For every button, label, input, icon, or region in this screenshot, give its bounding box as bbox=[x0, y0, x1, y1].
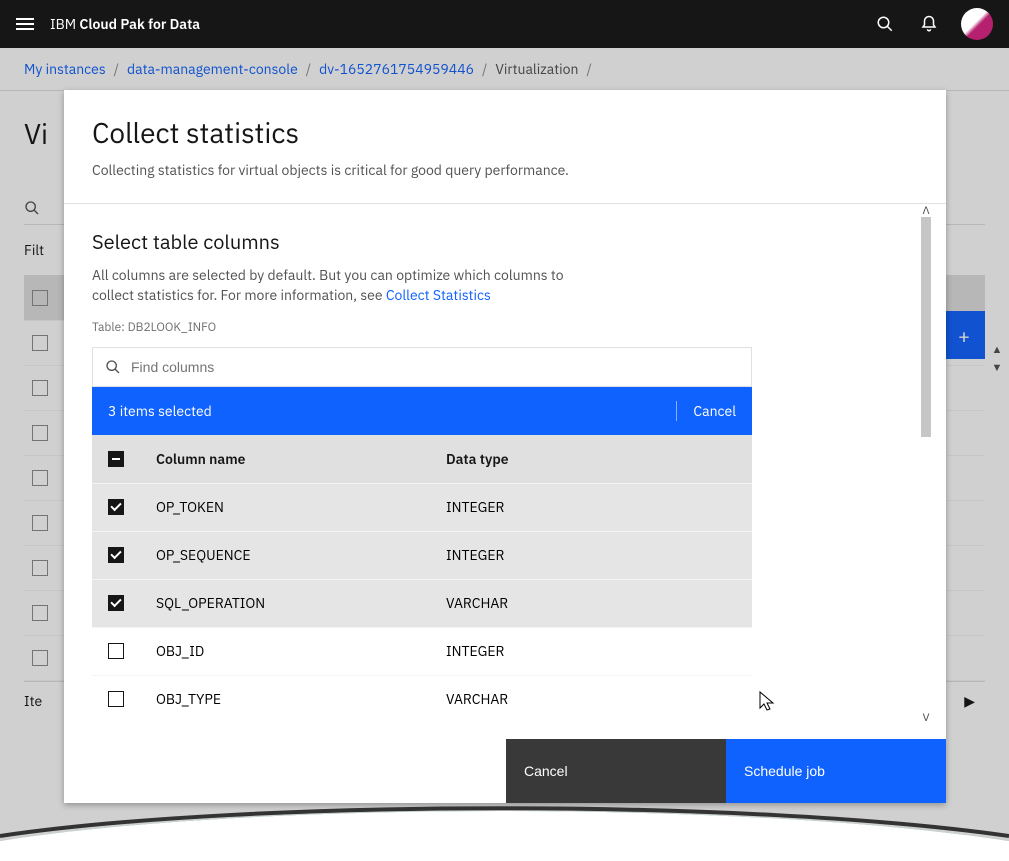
table-row[interactable]: SQL_OPERATIONVARCHAR bbox=[92, 579, 752, 627]
column-type: VARCHAR bbox=[446, 594, 736, 612]
columns-table: Column name Data type OP_TOKENINTEGEROP_… bbox=[92, 435, 752, 723]
top-header: IBM Cloud Pak for Data bbox=[0, 0, 1009, 48]
notification-icon[interactable] bbox=[917, 12, 941, 36]
column-type: VARCHAR bbox=[446, 690, 736, 708]
row-checkbox[interactable] bbox=[108, 499, 124, 515]
find-columns-input[interactable] bbox=[131, 359, 739, 375]
selection-count: 3 items selected bbox=[108, 402, 212, 420]
search-icon[interactable] bbox=[873, 12, 897, 36]
search-icon bbox=[105, 359, 121, 375]
column-type: INTEGER bbox=[446, 546, 736, 564]
row-checkbox[interactable] bbox=[108, 595, 124, 611]
collect-statistics-link[interactable]: Collect Statistics bbox=[386, 286, 491, 304]
modal-subtitle: Collecting statistics for virtual object… bbox=[92, 161, 918, 179]
menu-icon[interactable] bbox=[16, 18, 34, 30]
row-checkbox[interactable] bbox=[108, 547, 124, 563]
column-type: INTEGER bbox=[446, 642, 736, 660]
find-columns-search[interactable] bbox=[92, 347, 752, 387]
collect-statistics-modal: Collect statistics Collecting statistics… bbox=[64, 90, 946, 803]
cancel-button[interactable]: Cancel bbox=[506, 739, 726, 803]
section-description: All columns are selected by default. But… bbox=[92, 265, 572, 306]
scroll-up-icon[interactable]: ᐱ bbox=[923, 204, 930, 217]
modal-footer: Cancel Schedule job bbox=[64, 739, 946, 803]
column-name: OP_TOKEN bbox=[156, 498, 446, 516]
selection-bar: 3 items selected Cancel bbox=[92, 387, 752, 435]
column-header-name: Column name bbox=[156, 450, 446, 468]
section-title: Select table columns bbox=[92, 228, 918, 255]
column-name: OBJ_TYPE bbox=[156, 690, 446, 708]
table-row[interactable]: OP_TOKENINTEGER bbox=[92, 483, 752, 531]
table-row[interactable]: OBJ_IDINTEGER bbox=[92, 627, 752, 675]
select-all-checkbox[interactable] bbox=[108, 451, 124, 467]
schedule-job-button[interactable]: Schedule job bbox=[726, 739, 946, 803]
row-checkbox[interactable] bbox=[108, 691, 124, 707]
table-header: Column name Data type bbox=[92, 435, 752, 483]
column-type: INTEGER bbox=[446, 498, 736, 516]
table-row[interactable]: OP_SEQUENCEINTEGER bbox=[92, 531, 752, 579]
brand-label: IBM Cloud Pak for Data bbox=[50, 15, 200, 33]
column-name: OBJ_ID bbox=[156, 642, 446, 660]
decorative-wave bbox=[0, 801, 1009, 861]
column-name: OP_SEQUENCE bbox=[156, 546, 446, 564]
divider bbox=[676, 401, 677, 421]
scroll-down-icon[interactable]: ᐯ bbox=[923, 711, 930, 724]
table-name-label: Table: DB2LOOK_INFO bbox=[92, 320, 918, 335]
avatar[interactable] bbox=[961, 8, 993, 40]
selection-cancel-button[interactable]: Cancel bbox=[693, 402, 736, 420]
table-row[interactable]: OBJ_TYPEVARCHAR bbox=[92, 675, 752, 723]
row-checkbox[interactable] bbox=[108, 643, 124, 659]
column-header-type: Data type bbox=[446, 450, 736, 468]
modal-scrollbar[interactable]: ᐱ ᐯ bbox=[918, 204, 934, 724]
column-name: SQL_OPERATION bbox=[156, 594, 446, 612]
modal-title: Collect statistics bbox=[92, 114, 918, 151]
